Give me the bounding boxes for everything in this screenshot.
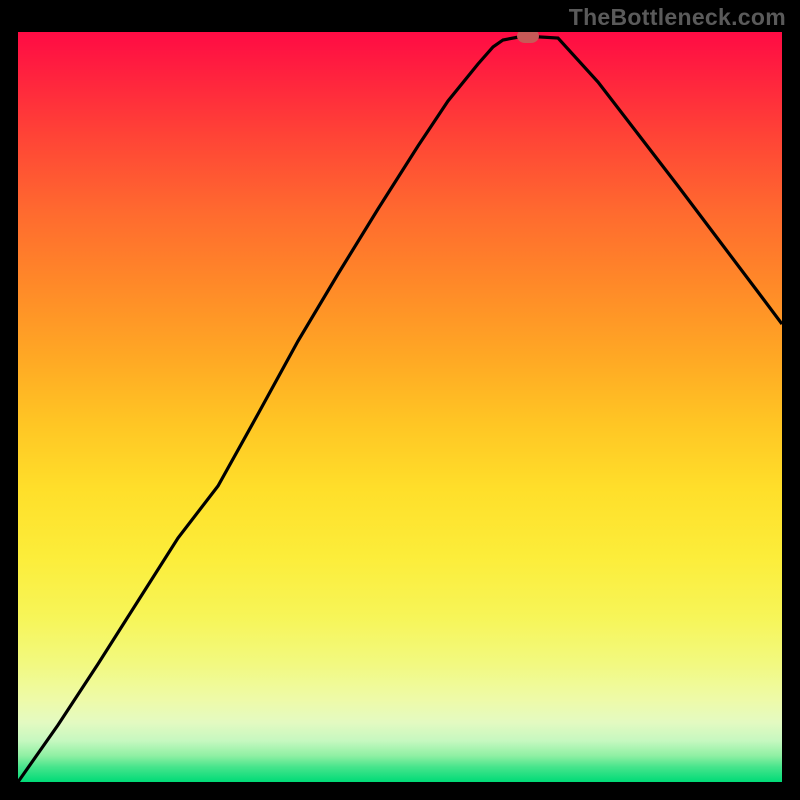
bottleneck-curve	[18, 36, 782, 782]
watermark-label: TheBottleneck.com	[569, 4, 786, 31]
chart-outer-frame: TheBottleneck.com	[0, 0, 800, 800]
plot-area	[18, 32, 782, 782]
curve-layer-svg	[18, 32, 782, 782]
optimal-point-marker	[517, 32, 539, 43]
